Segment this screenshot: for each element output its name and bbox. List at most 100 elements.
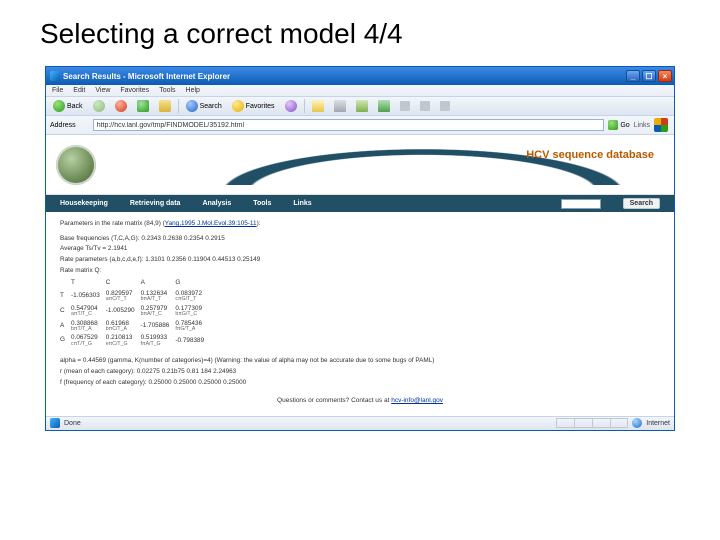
alpha-line: alpha = 0.44569 (gamma, K(number of cate… [60, 357, 660, 366]
nav-search-input[interactable] [561, 199, 601, 209]
params-suffix: ): [257, 220, 261, 227]
q-row-A: A 0.308868bπT/T_A 0.61968bπC/T_A -1.7058… [60, 319, 210, 334]
extra-button-1[interactable] [397, 100, 413, 112]
menu-bar: File Edit View Favorites Tools Help [46, 85, 674, 96]
messenger-icon [378, 100, 390, 112]
toolbar-separator [304, 99, 305, 113]
ie-app-icon [50, 71, 60, 81]
address-bar: Address Go Links [46, 116, 674, 135]
q-header-row: T C A G [60, 278, 210, 289]
extra-button-3[interactable] [437, 100, 453, 112]
back-button[interactable]: Back [50, 99, 86, 113]
q-sub: bπA/T_C [141, 312, 170, 317]
q-sub: cπT/T_G [71, 342, 100, 347]
go-icon [608, 120, 618, 130]
params-citation-link[interactable]: Yang,1995 J.Mol.Evol.39:105-11 [165, 220, 257, 227]
menu-help[interactable]: Help [186, 87, 200, 94]
history-icon [285, 100, 297, 112]
q-val: -1.005290 [106, 307, 135, 314]
status-done: Done [64, 420, 81, 427]
menu-edit[interactable]: Edit [73, 87, 85, 94]
menu-file[interactable]: File [52, 87, 63, 94]
search-button[interactable]: Search [183, 99, 225, 113]
print-button[interactable] [331, 99, 349, 113]
refresh-icon [137, 100, 149, 112]
search-icon [186, 100, 198, 112]
messenger-button[interactable] [375, 99, 393, 113]
print-icon [334, 100, 346, 112]
q-sub: aπT/T_C [71, 312, 100, 317]
q-val: -0.798389 [175, 337, 204, 344]
favorites-label: Favorites [246, 103, 275, 110]
r-mean-line: r (mean of each category): 0.02275 0.21b… [60, 368, 660, 377]
minimize-button[interactable]: _ [626, 70, 640, 82]
page-footer: Questions or comments? Contact us at hcv… [60, 389, 660, 410]
q-row-label: T [60, 289, 71, 304]
history-button[interactable] [282, 99, 300, 113]
contact-email-link[interactable]: hcv-info@lanl.gov [391, 397, 443, 404]
search-label: Search [200, 103, 222, 110]
favorites-button[interactable]: Favorites [229, 99, 278, 113]
nav-tools[interactable]: Tools [253, 200, 271, 207]
favorites-icon [232, 100, 244, 112]
rate-matrix: T C A G T -1.056303 0.829597aπC/T_T 0.13… [60, 278, 660, 348]
q-val: -1.056303 [71, 292, 100, 299]
base-frequencies: Base frequencies (T,C,A,G): 0.2343 0.263… [60, 235, 660, 244]
address-input[interactable] [93, 119, 605, 131]
slide-title: Selecting a correct model 4/4 [0, 0, 720, 58]
toolbar-separator [178, 99, 179, 113]
extra-icon [400, 101, 410, 111]
go-button[interactable]: Go [608, 120, 629, 130]
q-col-T: T [71, 278, 106, 289]
q-col-A: A [141, 278, 176, 289]
page-content: HCV sequence database Housekeeping Retri… [46, 135, 674, 416]
windows-logo-icon [654, 118, 668, 132]
site-title: HCV sequence database [526, 149, 654, 161]
q-row-G: G 0.067529cπT/T_G 0.210813eπC/T_G 0.5199… [60, 333, 210, 348]
q-col-G: G [175, 278, 210, 289]
status-bar: Done Internet [46, 416, 674, 430]
params-line: Parameters in the rate matrix (84,9) (Ya… [60, 220, 660, 229]
zone-label: Internet [646, 420, 670, 427]
extra-button-2[interactable] [417, 100, 433, 112]
q-sub: fπA/T_G [141, 342, 170, 347]
title-bar[interactable]: Search Results - Microsoft Internet Expl… [46, 67, 674, 85]
q-sub: eπC/T_G [106, 342, 135, 347]
q-sub: bπT/T_A [71, 327, 100, 332]
q-row-C: C 0.547904aπT/T_C -1.005290 0.257979bπA/… [60, 304, 210, 319]
virus-logo-icon [56, 145, 96, 185]
forward-button[interactable] [90, 99, 108, 113]
q-sub: bπG/T_C [175, 312, 204, 317]
mail-button[interactable] [309, 99, 327, 113]
close-button[interactable]: × [658, 70, 672, 82]
home-icon [159, 100, 171, 112]
freq-category-line: f (frequency of each category): 0.25000 … [60, 379, 660, 388]
go-label: Go [620, 122, 629, 129]
q-sub: cπG/T_T [175, 297, 204, 302]
q-row-label: G [60, 333, 71, 348]
back-icon [53, 100, 65, 112]
params-prefix: Parameters in the rate matrix (84,9) ( [60, 220, 165, 227]
site-banner: HCV sequence database [46, 135, 674, 195]
ie-page-icon [80, 121, 89, 130]
footer-prefix: Questions or comments? Contact us at [277, 397, 391, 404]
status-page-icon [50, 418, 60, 428]
mail-icon [312, 100, 324, 112]
q-sub: fπG/T_A [175, 327, 204, 332]
nav-search-button[interactable]: Search [623, 198, 660, 209]
nav-analysis[interactable]: Analysis [202, 200, 231, 207]
menu-view[interactable]: View [95, 87, 110, 94]
nav-housekeeping[interactable]: Housekeeping [60, 200, 108, 207]
refresh-button[interactable] [134, 99, 152, 113]
edit-button[interactable] [353, 99, 371, 113]
home-button[interactable] [156, 99, 174, 113]
links-button[interactable]: Links [634, 122, 650, 129]
q-sub: bπC/T_A [106, 327, 135, 332]
nav-links[interactable]: Links [293, 200, 311, 207]
menu-favorites[interactable]: Favorites [120, 87, 149, 94]
menu-tools[interactable]: Tools [159, 87, 175, 94]
extra-icon [420, 101, 430, 111]
nav-retrieving[interactable]: Retrieving data [130, 200, 181, 207]
maximize-button[interactable]: ☐ [642, 70, 656, 82]
stop-button[interactable] [112, 99, 130, 113]
